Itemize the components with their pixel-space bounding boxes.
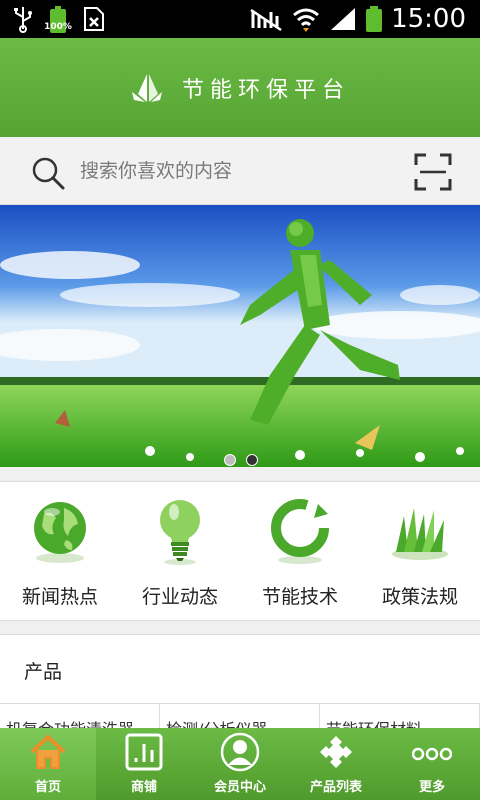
battery-full-icon: 100% <box>44 5 72 33</box>
cell-signal-icon <box>331 8 356 30</box>
nav-home[interactable]: 首页 <box>0 728 96 800</box>
status-bar: 100% 15:00 <box>0 0 480 38</box>
globe-icon <box>34 502 86 563</box>
category-news-label: 新闻热点 <box>21 586 98 608</box>
nav-more[interactable]: 更多 <box>384 728 480 800</box>
nav-member-label: 会员中心 <box>213 780 266 795</box>
clock: 15:00 <box>391 4 466 34</box>
nav-more-label: 更多 <box>418 780 445 795</box>
status-right: 15:00 <box>249 0 466 38</box>
bottom-nav: 首页 商铺 会员中心 产品列表 更多 <box>0 728 480 800</box>
category-policy[interactable]: 政策法规 <box>360 482 480 622</box>
product-tab[interactable]: 节能环保材料 <box>320 704 480 729</box>
more-icon <box>412 747 452 761</box>
category-industry[interactable]: 行业动态 <box>120 482 240 622</box>
products-title: 产品 <box>24 661 63 683</box>
grass-icon <box>392 508 448 560</box>
battery-percent-label: 100% <box>44 22 72 32</box>
leaf-logo-icon <box>131 73 162 102</box>
carousel-indicator <box>224 454 258 466</box>
home-icon <box>30 735 66 769</box>
usb-icon <box>14 7 32 33</box>
carousel-dot[interactable] <box>224 454 236 466</box>
app-header: 节能环保平台 <box>0 38 480 137</box>
nav-shop[interactable]: 商铺 <box>96 728 192 800</box>
search-bar <box>0 137 480 205</box>
product-tab[interactable]: 机复合功能清洗器 <box>0 704 160 729</box>
scan-icon[interactable] <box>414 153 452 191</box>
products-tabs: 机复合功能清洗器 检测/分析仪器 节能环保材料 <box>0 703 480 729</box>
puzzle-icon <box>320 736 352 768</box>
document-error-icon <box>84 7 104 31</box>
nav-member[interactable]: 会员中心 <box>192 728 288 800</box>
search-input[interactable] <box>80 155 380 187</box>
search-icon[interactable] <box>30 155 66 191</box>
brand: 节能环保平台 <box>0 38 480 137</box>
app-screen: 100% 15:00 节能环保平台 搜索你喜欢的内容 新闻热点 行业动态 节能技… <box>0 0 480 800</box>
nav-shop-label: 商铺 <box>130 780 157 795</box>
product-tab[interactable]: 检测/分析仪器 <box>160 704 320 729</box>
category-tech[interactable]: 节能技术 <box>240 482 360 622</box>
category-tech-label: 节能技术 <box>261 586 338 608</box>
status-left: 100% <box>12 4 106 34</box>
wifi-icon <box>293 8 320 32</box>
member-icon <box>220 732 260 772</box>
category-industry-label: 行业动态 <box>141 586 218 608</box>
app-title: 节能环保平台 <box>181 77 350 103</box>
lightbulb-icon <box>160 500 200 565</box>
category-policy-label: 政策法规 <box>381 586 458 608</box>
battery-icon <box>366 6 383 32</box>
banner-carousel[interactable] <box>0 205 480 467</box>
recycle-icon <box>271 499 329 564</box>
products-section: 产品 机复合功能清洗器 检测/分析仪器 节能环保材料 <box>0 634 480 729</box>
no-signal-icon <box>250 8 282 32</box>
shop-icon <box>125 733 163 771</box>
category-grid: 新闻热点 行业动态 节能技术 政策法规 <box>0 481 480 621</box>
nav-product-list-label: 产品列表 <box>309 780 362 795</box>
nav-product-list[interactable]: 产品列表 <box>288 728 384 800</box>
carousel-dot-active[interactable] <box>246 454 258 466</box>
nav-home-label: 首页 <box>34 780 61 795</box>
banner-image <box>0 205 480 467</box>
category-news[interactable]: 新闻热点 <box>0 482 120 622</box>
